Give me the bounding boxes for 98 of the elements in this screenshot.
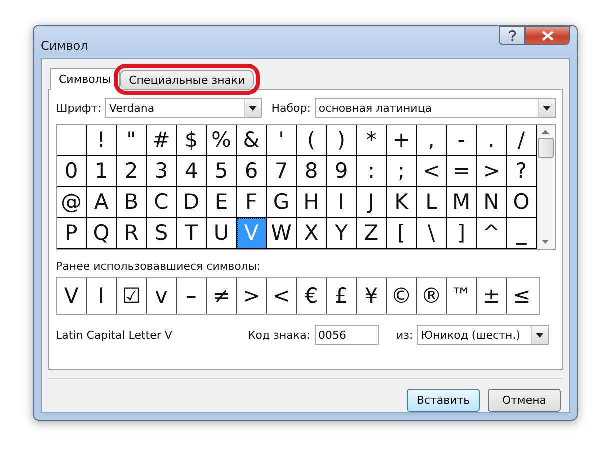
recent-symbol-cell[interactable]: v: [147, 278, 177, 314]
recent-symbols-label: Ранее использовавшиеся символы:: [56, 260, 262, 273]
encoding-dropdown[interactable]: Юникод (шестн.): [417, 325, 550, 345]
symbol-cell[interactable]: I: [327, 187, 357, 218]
symbol-cell[interactable]: J: [357, 187, 387, 218]
symbol-cell[interactable]: Q: [87, 218, 117, 249]
dialog-button[interactable]: Отмена: [488, 389, 561, 412]
dialog-button[interactable]: Вставить: [407, 389, 480, 412]
recent-symbol-cell[interactable]: –: [177, 278, 207, 314]
scrollbar-thumb[interactable]: [538, 138, 554, 158]
subset-label: Набор:: [272, 102, 311, 114]
symbol-cell[interactable]: (: [297, 125, 327, 156]
symbol-cell[interactable]: N: [477, 187, 507, 218]
symbol-cell[interactable]: X: [297, 218, 327, 249]
symbol-cell[interactable]: G: [267, 187, 297, 218]
symbol-cell[interactable]: ': [267, 125, 297, 156]
recent-symbol-cell[interactable]: ≤: [507, 278, 537, 314]
symbol-cell[interactable]: 9: [327, 156, 357, 187]
symbol-cell[interactable]: .: [477, 125, 507, 156]
symbol-cell[interactable]: C: [147, 187, 177, 218]
symbol-cell[interactable]: K: [387, 187, 417, 218]
symbol-cell[interactable]: :: [357, 156, 387, 187]
symbol-cell[interactable]: H: [297, 187, 327, 218]
symbol-cell[interactable]: ,: [417, 125, 447, 156]
recent-symbol-cell[interactable]: ¥: [357, 278, 387, 314]
symbol-cell[interactable]: P: [57, 218, 87, 249]
recent-symbol-cell[interactable]: £: [327, 278, 357, 314]
recent-symbol-cell[interactable]: ±: [477, 278, 507, 314]
symbol-cell[interactable]: ]: [447, 218, 477, 249]
symbol-cell[interactable]: D: [177, 187, 207, 218]
scrollbar[interactable]: [537, 125, 554, 249]
symbol-cell[interactable]: 8: [297, 156, 327, 187]
symbol-cell[interactable]: <: [417, 156, 447, 187]
dropdown-arrow-icon: [543, 106, 551, 110]
close-button[interactable]: [525, 26, 570, 45]
symbol-cell[interactable]: 5: [207, 156, 237, 187]
scroll-up-icon: [542, 130, 549, 134]
recent-symbol-cell[interactable]: <: [267, 278, 297, 314]
symbol-cell[interactable]: !: [87, 125, 117, 156]
recent-symbol-cell[interactable]: ™: [447, 278, 477, 314]
symbol-cell[interactable]: +: [387, 125, 417, 156]
symbol-cell[interactable]: -: [447, 125, 477, 156]
symbol-cell[interactable]: [57, 125, 87, 156]
symbol-cell[interactable]: [: [387, 218, 417, 249]
symbol-cell[interactable]: W: [267, 218, 297, 249]
symbol-cell[interactable]: %: [207, 125, 237, 156]
symbol-cell[interactable]: ;: [387, 156, 417, 187]
help-button[interactable]: [499, 26, 525, 45]
symbol-cell[interactable]: $: [177, 125, 207, 156]
code-label: Код знака:: [248, 328, 311, 342]
symbol-cell[interactable]: *: [357, 125, 387, 156]
symbol-cell[interactable]: Y: [327, 218, 357, 249]
symbol-cell[interactable]: #: [147, 125, 177, 156]
symbol-cell[interactable]: ": [117, 125, 147, 156]
recent-symbol-cell[interactable]: >: [237, 278, 267, 314]
symbol-cell[interactable]: 2: [117, 156, 147, 187]
code-field[interactable]: 0056: [314, 325, 379, 345]
tab[interactable]: Символы: [50, 68, 120, 90]
from-label: из:: [396, 328, 414, 342]
recent-symbol-cell[interactable]: ®: [417, 278, 447, 314]
symbol-cell[interactable]: 0: [57, 156, 87, 187]
symbol-cell[interactable]: \: [417, 218, 447, 249]
recent-symbol-cell[interactable]: €: [297, 278, 327, 314]
recent-symbol-cell[interactable]: ☑: [117, 278, 147, 314]
subset-dropdown[interactable]: основная латиница: [314, 98, 556, 118]
symbol-cell[interactable]: M: [447, 187, 477, 218]
symbol-cell[interactable]: B: [117, 187, 147, 218]
symbol-cell[interactable]: S: [147, 218, 177, 249]
recent-symbol-cell[interactable]: ≠: [207, 278, 237, 314]
character-name: Latin Capital Letter V: [56, 328, 174, 342]
symbol-cell[interactable]: 3: [147, 156, 177, 187]
symbol-cell[interactable]: =: [447, 156, 477, 187]
window-title: Символ: [41, 39, 88, 53]
symbol-cell[interactable]: T: [177, 218, 207, 249]
symbol-cell[interactable]: ^: [477, 218, 507, 249]
symbol-cell[interactable]: >: [477, 156, 507, 187]
symbol-cell[interactable]: Z: [357, 218, 387, 249]
symbol-cell[interactable]: &: [237, 125, 267, 156]
dropdown-arrow-icon: [248, 106, 257, 110]
symbol-cell[interactable]: 7: [267, 156, 297, 187]
symbol-cell[interactable]: E: [207, 187, 237, 218]
symbol-cell[interactable]: @: [57, 187, 87, 218]
recent-symbol-cell[interactable]: I: [87, 278, 117, 314]
symbol-cell[interactable]: A: [87, 187, 117, 218]
font-dropdown[interactable]: Verdana: [105, 98, 262, 118]
recent-symbol-cell[interactable]: ©: [387, 278, 417, 314]
recent-symbol-cell[interactable]: V: [57, 278, 87, 314]
symbol-cell[interactable]: 6: [237, 156, 267, 187]
close-icon: [542, 30, 554, 40]
symbol-cell[interactable]: 1: [87, 156, 117, 187]
symbol-cell[interactable]: 4: [177, 156, 207, 187]
font-label: Шрифт:: [56, 102, 102, 114]
symbol-cell[interactable]: ): [327, 125, 357, 156]
symbol-cell[interactable]: R: [117, 218, 147, 249]
dropdown-arrow-icon: [536, 332, 544, 338]
symbol-cell[interactable]: L: [417, 187, 447, 218]
help-icon: [508, 30, 516, 42]
scroll-down-icon: [542, 240, 549, 244]
